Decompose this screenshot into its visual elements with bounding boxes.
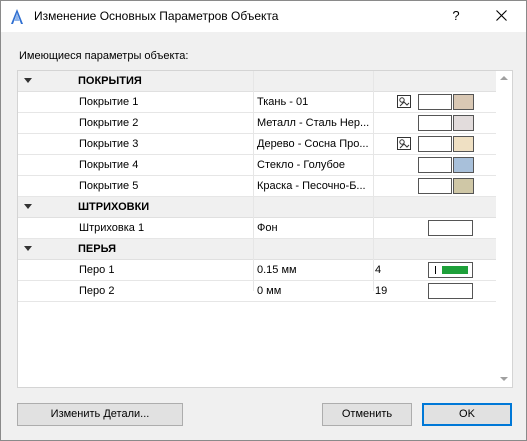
list-item[interactable]: Покрытие 5 Краска - Песочно-Б... (18, 176, 496, 197)
color-swatch[interactable] (453, 115, 474, 131)
list-item[interactable]: Покрытие 3 Дерево - Сосна Про... (18, 134, 496, 155)
pen-number[interactable]: 19 (375, 285, 387, 297)
param-name: Покрытие 1 (79, 96, 139, 108)
pen-color-bar (442, 266, 468, 274)
close-icon (495, 10, 507, 21)
group-header-hatches[interactable]: ШТРИХОВКИ (18, 197, 496, 218)
title-bar: Изменение Основных Параметров Объекта ? (1, 1, 526, 32)
param-value[interactable]: Металл - Сталь Нер... (257, 117, 369, 129)
group-title: ШТРИХОВКИ (78, 201, 150, 213)
param-value[interactable]: Стекло - Голубое (257, 159, 345, 171)
param-value[interactable]: Краска - Песочно-Б... (257, 180, 366, 192)
param-name: Покрытие 3 (79, 138, 139, 150)
param-name: Перо 2 (79, 285, 115, 297)
list-item[interactable]: Покрытие 2 Металл - Сталь Нер... (18, 113, 496, 134)
color-swatch[interactable] (453, 157, 474, 173)
close-button[interactable] (490, 6, 512, 26)
list-item[interactable]: Перо 1 0.15 мм 4 (18, 260, 496, 281)
param-name: Перо 1 (79, 264, 115, 276)
help-button[interactable]: ? (445, 6, 467, 26)
collapse-triangle-icon[interactable] (24, 246, 32, 251)
param-name: Штриховка 1 (79, 222, 145, 234)
parameters-rows: ПОКРЫТИЯ Покрытие 1 Ткань - 01 Покрытие … (18, 71, 496, 302)
color-swatch[interactable] (453, 94, 474, 110)
group-title: ПЕРЬЯ (78, 243, 116, 255)
group-title: ПОКРЫТИЯ (78, 75, 142, 87)
surface-pick-icon[interactable] (397, 95, 411, 108)
dialog-window: Изменение Основных Параметров Объекта ? … (0, 0, 527, 441)
color-swatch[interactable] (453, 178, 474, 194)
archicad-app-icon (11, 9, 23, 24)
group-header-pens[interactable]: ПЕРЬЯ (18, 239, 496, 260)
window-title: Изменение Основных Параметров Объекта (34, 9, 279, 23)
param-value[interactable]: 0 мм (257, 285, 281, 297)
param-value[interactable]: Фон (257, 222, 278, 234)
param-name: Покрытие 2 (79, 117, 139, 129)
pen-tick-mark (435, 266, 436, 274)
surface-swatch[interactable] (418, 136, 452, 152)
surface-swatch[interactable] (418, 94, 452, 110)
group-header-coverings[interactable]: ПОКРЫТИЯ (18, 71, 496, 92)
collapse-triangle-icon[interactable] (24, 204, 32, 209)
vertical-scrollbar[interactable] (496, 71, 512, 387)
parameters-list: ПОКРЫТИЯ Покрытие 1 Ткань - 01 Покрытие … (17, 70, 513, 388)
pen-swatch[interactable] (428, 262, 473, 278)
list-item[interactable]: Покрытие 4 Стекло - Голубое (18, 155, 496, 176)
param-name: Покрытие 4 (79, 159, 139, 171)
scroll-down-arrow-icon[interactable] (500, 377, 508, 381)
column-divider (253, 71, 254, 291)
section-label: Имеющиеся параметры объекта: (19, 50, 189, 62)
pen-swatch[interactable] (428, 283, 473, 299)
list-item[interactable]: Перо 2 0 мм 19 (18, 281, 496, 302)
ok-button[interactable]: OK (422, 403, 512, 426)
cancel-button[interactable]: Отменить (322, 403, 412, 426)
param-value[interactable]: Ткань - 01 (257, 96, 308, 108)
edit-details-button[interactable]: Изменить Детали... (17, 403, 183, 426)
list-item[interactable]: Покрытие 1 Ткань - 01 (18, 92, 496, 113)
fill-swatch[interactable] (428, 220, 473, 236)
color-swatch[interactable] (453, 136, 474, 152)
surface-swatch[interactable] (418, 115, 452, 131)
scroll-up-arrow-icon[interactable] (500, 76, 508, 80)
param-value[interactable]: 0.15 мм (257, 264, 297, 276)
surface-swatch[interactable] (418, 178, 452, 194)
surface-swatch[interactable] (418, 157, 452, 173)
collapse-triangle-icon[interactable] (24, 78, 32, 83)
param-value[interactable]: Дерево - Сосна Про... (257, 138, 369, 150)
column-divider (373, 71, 374, 291)
pen-number[interactable]: 4 (375, 264, 381, 276)
param-name: Покрытие 5 (79, 180, 139, 192)
list-item[interactable]: Штриховка 1 Фон (18, 218, 496, 239)
surface-pick-icon[interactable] (397, 137, 411, 150)
